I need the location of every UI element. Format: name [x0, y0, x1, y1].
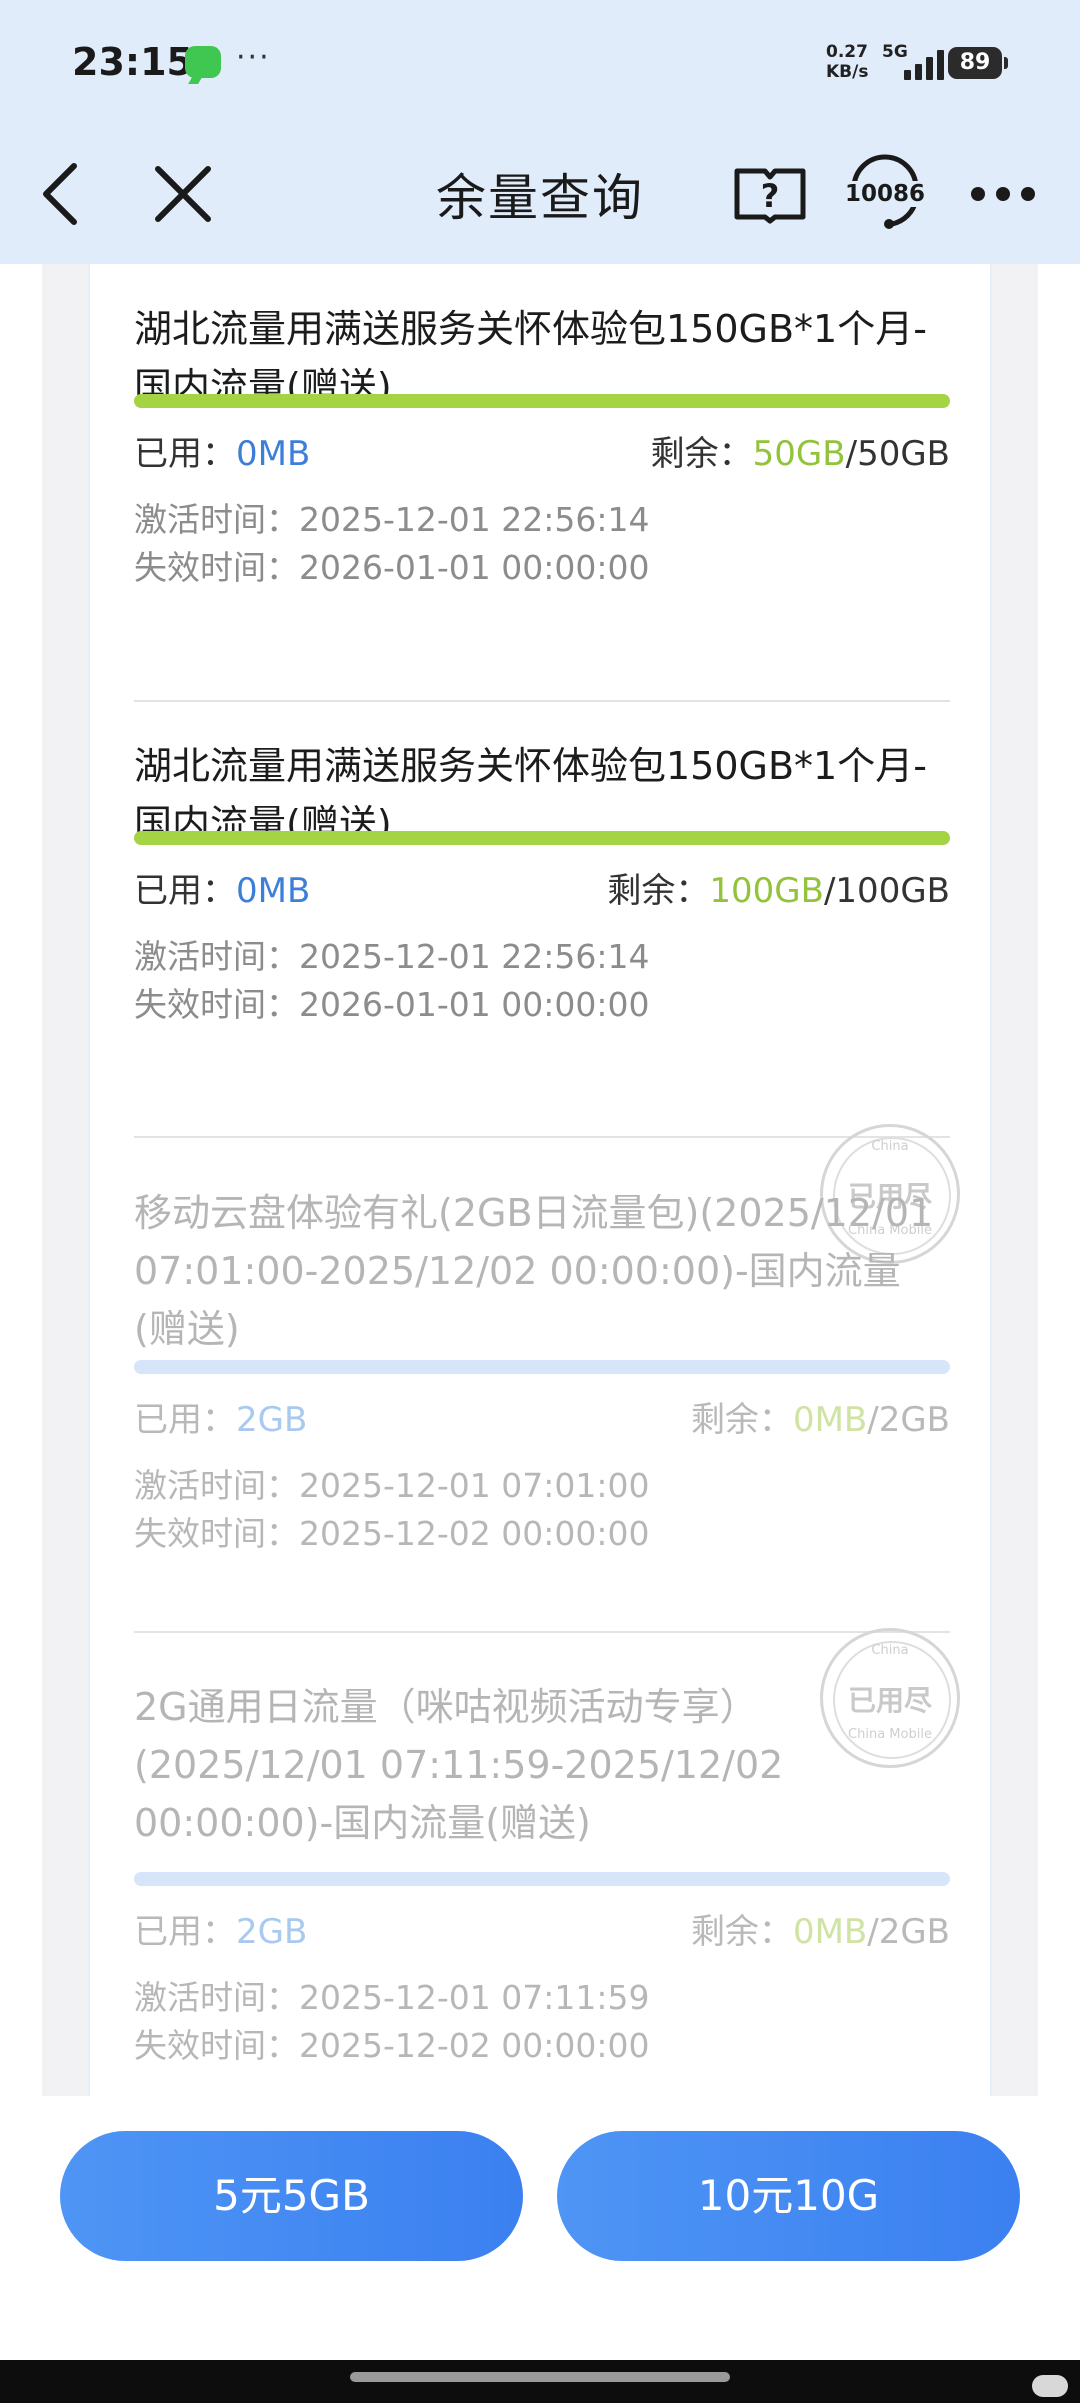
net-speed-value: 0.27 [826, 42, 868, 62]
net-speed: 0.27 KB/s [826, 42, 868, 82]
usage-progress-bar [134, 1872, 950, 1886]
buy-10gb-button[interactable]: 10元10G [557, 2131, 1020, 2261]
card-divider [134, 1631, 950, 1633]
validity-period: 激活时间：2025-12-01 22:56:14 失效时间：2026-01-01… [134, 933, 950, 1029]
usage-progress-bar [134, 1360, 950, 1374]
package-card: China 已用尽 China Mobile 移动云盘体验有礼(2GB日流量包)… [90, 1124, 994, 1654]
activation-time: 激活时间：2025-12-01 22:56:14 [134, 500, 650, 539]
remaining-amount: 剩余：100GB/100GB [607, 871, 950, 911]
help-button[interactable]: ? [730, 154, 810, 234]
top-header: 23:15 ··· 0.27 KB/s 5G 89 余量查询 ? 10086 [0, 0, 1080, 264]
usage-row: 已用：2GB 剩余：0MB/2GB [134, 1904, 950, 1954]
page-title: 余量查询 [436, 169, 644, 227]
more-dots-icon [971, 187, 1035, 201]
corner-badge-icon [1032, 2375, 1068, 2397]
status-bar: 23:15 ··· 0.27 KB/s 5G 89 [0, 0, 1080, 130]
more-button[interactable] [968, 154, 1038, 234]
package-title: 移动云盘体验有礼(2GB日流量包)(2025/12/01 07:01:00-20… [134, 1191, 934, 1351]
used-amount: 已用：0MB [134, 434, 311, 474]
validity-period: 激活时间：2025-12-01 07:01:00 失效时间：2025-12-02… [134, 1462, 950, 1558]
back-button[interactable] [30, 154, 90, 234]
remaining-amount: 剩余：0MB/2GB [690, 1912, 950, 1952]
close-button[interactable] [148, 154, 218, 234]
signal-icon [898, 48, 950, 80]
system-nav-bar [0, 2360, 1080, 2403]
svg-text:?: ? [761, 177, 780, 215]
remaining-amount: 剩余：50GB/50GB [650, 434, 950, 474]
package-list-area[interactable]: 湖北流量用满送服务关怀体验包150GB*1个月-国内流量(赠送) 已用：0MB … [42, 264, 1038, 2096]
package-card: China 已用尽 China Mobile 2G通用日流量（咪咕视频活动专享）… [90, 1628, 994, 2096]
expiry-time: 失效时间：2025-12-02 00:00:00 [134, 1514, 650, 1553]
validity-period: 激活时间：2025-12-01 22:56:14 失效时间：2026-01-01… [134, 496, 950, 592]
usage-progress-bar [134, 394, 950, 408]
expiry-time: 失效时间：2025-12-02 00:00:00 [134, 2026, 650, 2065]
package-card: 湖北流量用满送服务关怀体验包150GB*1个月-国内流量(赠送) 已用：0MB … [90, 300, 994, 700]
used-amount: 已用：2GB [134, 1400, 308, 1440]
activation-time: 激活时间：2025-12-01 22:56:14 [134, 937, 650, 976]
expiry-time: 失效时间：2026-01-01 00:00:00 [134, 985, 650, 1024]
home-indicator[interactable] [350, 2372, 730, 2382]
more-notifications-icon: ··· [236, 40, 271, 75]
remaining-amount: 剩余：0MB/2GB [690, 1400, 950, 1440]
customer-service-button[interactable]: 10086 [840, 154, 930, 234]
chevron-left-icon [43, 163, 77, 225]
expiry-time: 失效时间：2026-01-01 00:00:00 [134, 548, 650, 587]
buy-5gb-button[interactable]: 5元5GB [60, 2131, 523, 2261]
package-card: 湖北流量用满送服务关怀体验包150GB*1个月-国内流量(赠送) 已用：0MB … [90, 737, 994, 1137]
package-title: 2G通用日流量（咪咕视频活动专享）(2025/12/01 07:11:59-20… [134, 1685, 784, 1845]
nav-bar: 余量查询 ? 10086 [0, 130, 1080, 264]
battery-icon: 89 [948, 47, 1008, 79]
used-amount: 已用：2GB [134, 1912, 308, 1952]
usage-row: 已用：0MB 剩余：50GB/50GB [134, 426, 950, 476]
status-time: 23:15 [72, 40, 193, 84]
package-list: 湖北流量用满送服务关怀体验包150GB*1个月-国内流量(赠送) 已用：0MB … [88, 264, 992, 2096]
card-divider [134, 1136, 950, 1138]
close-icon [155, 166, 211, 222]
help-book-icon: ? [734, 168, 806, 224]
used-amount: 已用：0MB [134, 871, 311, 911]
usage-row: 已用：2GB 剩余：0MB/2GB [134, 1392, 950, 1442]
bottom-action-bar: 5元5GB 10元10G [0, 2096, 1080, 2360]
card-divider [134, 700, 950, 702]
message-app-icon [185, 46, 221, 78]
validity-period: 激活时间：2025-12-01 07:11:59 失效时间：2025-12-02… [134, 1974, 950, 2070]
service-number: 10086 [840, 181, 930, 207]
activation-time: 激活时间：2025-12-01 07:01:00 [134, 1466, 650, 1505]
net-speed-unit: KB/s [826, 62, 869, 82]
usage-row: 已用：0MB 剩余：100GB/100GB [134, 863, 950, 913]
activation-time: 激活时间：2025-12-01 07:11:59 [134, 1978, 650, 2017]
usage-progress-bar [134, 831, 950, 845]
